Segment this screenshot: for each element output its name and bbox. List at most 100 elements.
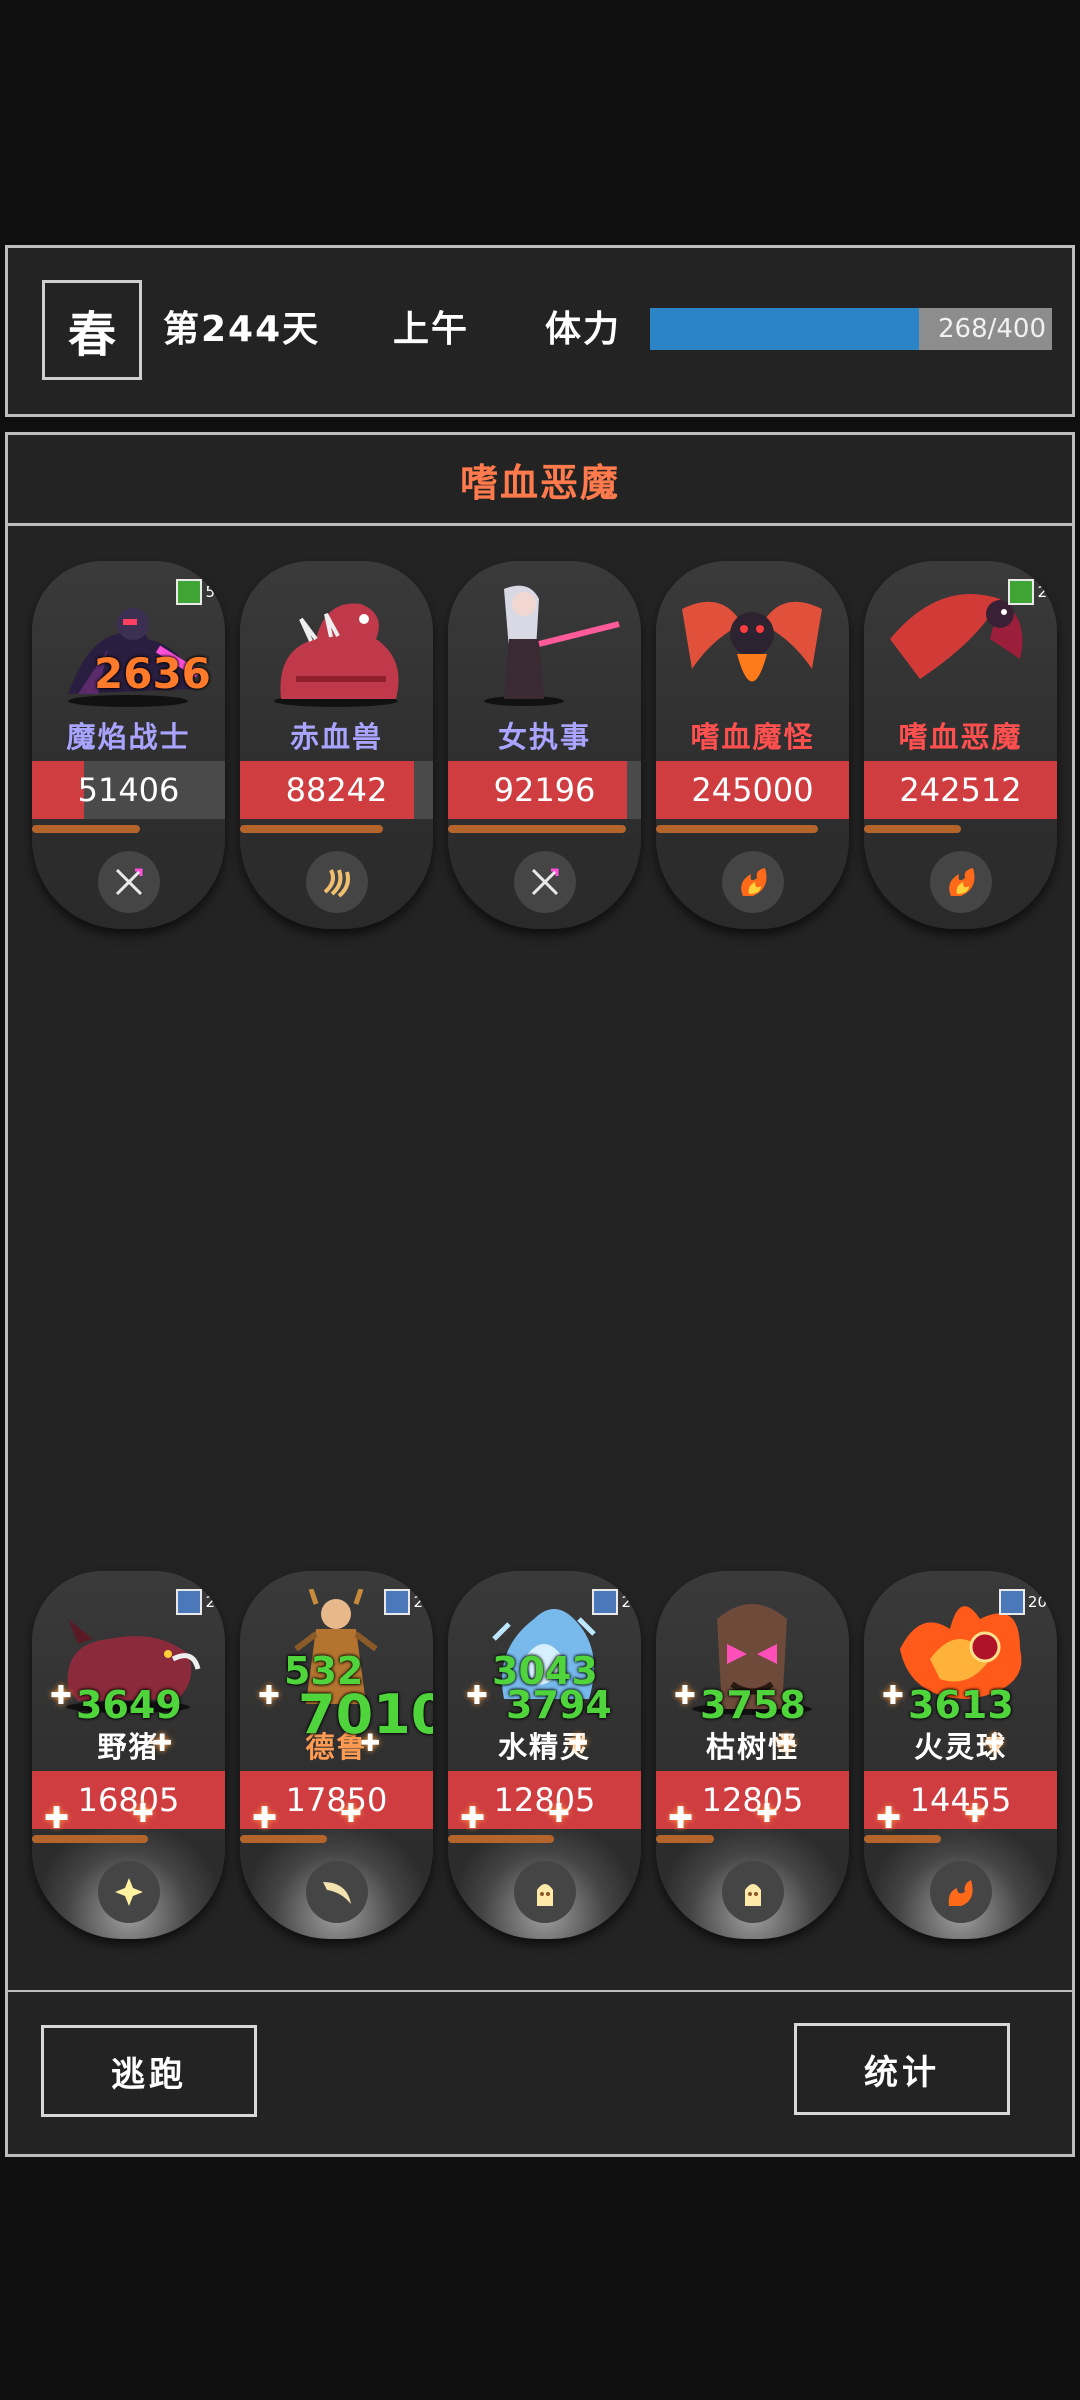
ally-card[interactable]: 2 野猪 16805 3649 ✚ ✚ ✚ ✚ bbox=[32, 1571, 225, 1939]
enemy-card[interactable]: 赤血兽 88242 bbox=[240, 561, 433, 929]
buff-badge: 20 bbox=[998, 1589, 1047, 1615]
energy-bar bbox=[656, 1835, 714, 1843]
buff-icon bbox=[384, 1589, 411, 1615]
spirit-icon[interactable] bbox=[514, 1861, 576, 1923]
claw-icon[interactable] bbox=[306, 851, 368, 913]
maid-sprite bbox=[464, 579, 624, 709]
buff-icon bbox=[998, 1589, 1025, 1615]
buff-icon bbox=[1008, 579, 1035, 605]
buff-badge: 2 bbox=[384, 1589, 423, 1615]
buff-count: 5 bbox=[205, 583, 215, 601]
hp-bar: 245000 bbox=[656, 761, 849, 819]
heal-cross-icon: ✚ bbox=[50, 1681, 72, 1711]
hp-value: 88242 bbox=[285, 771, 388, 809]
ally-card[interactable]: 20 火灵球 14455 3613 ✚ ✚ ✚ ✚ bbox=[864, 1571, 1057, 1939]
energy-bar bbox=[864, 825, 961, 833]
energy-bar bbox=[448, 825, 626, 833]
footer-divider bbox=[8, 1990, 1072, 1992]
bat-demon-sprite bbox=[672, 579, 832, 709]
buff-count: 2 bbox=[413, 1593, 423, 1611]
heal-cross-icon: ✚ bbox=[964, 1799, 986, 1829]
heal-cross-icon: ✚ bbox=[984, 1729, 1005, 1757]
energy-bar bbox=[240, 825, 383, 833]
ally-name: 火灵球 bbox=[913, 1730, 1007, 1764]
damage-number: 2636 bbox=[94, 649, 211, 698]
heal-cross-icon: ✚ bbox=[876, 1801, 902, 1836]
buff-count: 2 bbox=[1037, 583, 1047, 601]
hp-bar: 92196 bbox=[448, 761, 641, 819]
ally-name: 枯树怪 bbox=[705, 1730, 799, 1764]
buff-badge: 2 bbox=[592, 1589, 631, 1615]
enemy-card[interactable]: 女执事 92196 bbox=[448, 561, 641, 929]
fire-icon[interactable] bbox=[930, 1861, 992, 1923]
heal-number: 3794 bbox=[506, 1683, 612, 1727]
battle-title: 嗜血恶魔 bbox=[8, 435, 1072, 526]
heal-cross-icon: ✚ bbox=[568, 1729, 589, 1757]
heal-cross-icon: ✚ bbox=[460, 1801, 486, 1836]
heal-cross-icon: ✚ bbox=[152, 1729, 173, 1757]
stats-button[interactable]: 统计 bbox=[794, 2023, 1010, 2115]
enemy-name: 嗜血魔怪 bbox=[690, 720, 815, 754]
time-of-day: 上午 bbox=[393, 309, 470, 350]
hp-value: 51406 bbox=[77, 771, 180, 809]
ally-name: 水精灵 bbox=[497, 1730, 591, 1764]
energy-bar bbox=[240, 1835, 327, 1843]
buff-count: 20 bbox=[1027, 1593, 1047, 1611]
hp-value: 245000 bbox=[691, 771, 814, 809]
stamina-bar: 268/400 bbox=[650, 308, 1052, 350]
hp-value: 242512 bbox=[899, 771, 1022, 809]
sparkle-icon[interactable] bbox=[98, 1861, 160, 1923]
heal-cross-icon: ✚ bbox=[882, 1681, 904, 1711]
heal-number: 3613 bbox=[908, 1683, 1014, 1727]
heal-cross-icon: ✚ bbox=[668, 1801, 694, 1836]
enemy-card[interactable]: 5 魔焰战士 51406 2636 bbox=[32, 561, 225, 929]
horn-icon[interactable] bbox=[306, 1861, 368, 1923]
heal-cross-icon: ✚ bbox=[252, 1801, 278, 1836]
heal-cross-icon: ✚ bbox=[340, 1799, 362, 1829]
flame-icon[interactable] bbox=[722, 851, 784, 913]
enemy-card[interactable]: 嗜血魔怪 245000 bbox=[656, 561, 849, 929]
heal-number: 3758 bbox=[700, 1683, 806, 1727]
heal-cross-icon: ✚ bbox=[548, 1799, 570, 1829]
ally-card[interactable]: 2 德鲁 17850 532 7010 ✚ ✚ ✚ ✚ bbox=[240, 1571, 433, 1939]
ally-card[interactable]: 2 水精灵 12805 3043 3794 ✚ ✚ ✚ ✚ bbox=[448, 1571, 641, 1939]
buff-icon bbox=[176, 579, 203, 605]
ally-name: 野猪 bbox=[97, 1730, 160, 1764]
energy-bar bbox=[656, 825, 819, 833]
heal-number: 3649 bbox=[76, 1683, 182, 1727]
heal-cross-icon: ✚ bbox=[466, 1681, 488, 1711]
enemy-name: 女执事 bbox=[497, 720, 591, 754]
energy-bar bbox=[32, 1835, 148, 1843]
heal-cross-icon: ✚ bbox=[674, 1681, 696, 1711]
buff-badge: 5 bbox=[176, 579, 215, 605]
flee-button[interactable]: 逃跑 bbox=[41, 2025, 257, 2117]
sword-icon[interactable] bbox=[98, 851, 160, 913]
sword-icon[interactable] bbox=[514, 851, 576, 913]
stamina-fill bbox=[650, 308, 920, 350]
stamina-value: 268/400 bbox=[937, 314, 1046, 344]
battle-panel: 嗜血恶魔 5 魔焰战士 51406 2636 赤血兽 88242 女执事 92196 嗜血魔怪 2… bbox=[5, 432, 1075, 2157]
buff-icon bbox=[592, 1589, 619, 1615]
buff-icon bbox=[176, 1589, 203, 1615]
hp-bar: 51406 bbox=[32, 761, 225, 819]
heal-cross-icon: ✚ bbox=[44, 1801, 70, 1836]
enemy-name: 嗜血恶魔 bbox=[898, 720, 1023, 754]
buff-count: 2 bbox=[621, 1593, 631, 1611]
buff-badge: 2 bbox=[176, 1589, 215, 1615]
buff-count: 2 bbox=[205, 1593, 215, 1611]
enemy-name: 赤血兽 bbox=[289, 720, 383, 754]
flame-icon[interactable] bbox=[930, 851, 992, 913]
status-panel: 春 第244天 上午 体力 268/400 bbox=[5, 245, 1075, 417]
energy-bar bbox=[32, 825, 141, 833]
hp-bar: 242512 bbox=[864, 761, 1057, 819]
enemy-card[interactable]: 2 嗜血恶魔 242512 bbox=[864, 561, 1057, 929]
stamina-label: 体力 bbox=[545, 309, 622, 350]
heal-cross-icon: ✚ bbox=[258, 1681, 280, 1711]
energy-bar bbox=[448, 1835, 555, 1843]
heal-cross-icon: ✚ bbox=[132, 1799, 154, 1829]
spirit-icon[interactable] bbox=[722, 1861, 784, 1923]
season-indicator: 春 bbox=[42, 280, 142, 380]
ally-card[interactable]: 枯树怪 12805 3758 ✚ ✚ ✚ ✚ bbox=[656, 1571, 849, 1939]
enemy-name: 魔焰战士 bbox=[66, 720, 191, 754]
heal-cross-icon: ✚ bbox=[360, 1729, 381, 1757]
